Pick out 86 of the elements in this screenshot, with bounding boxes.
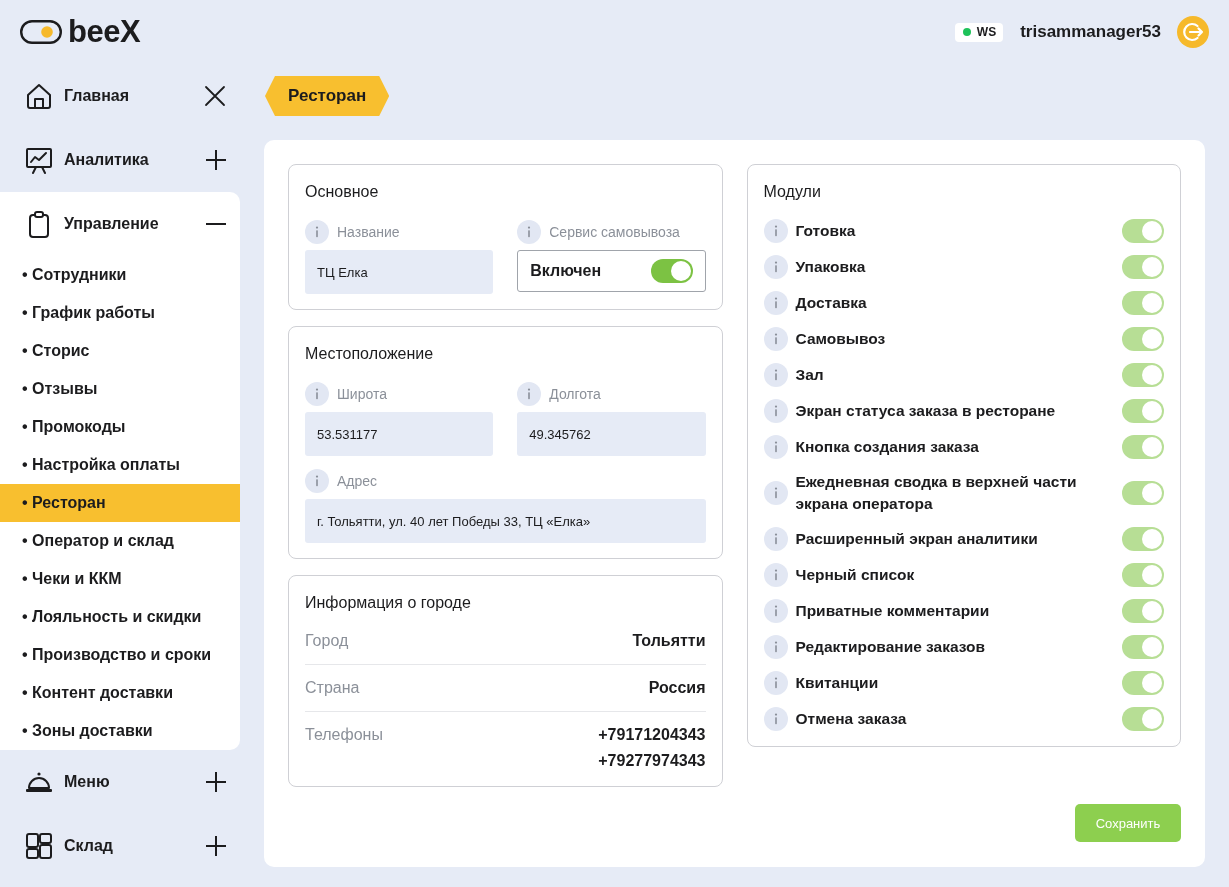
status-label: WS: [976, 25, 997, 39]
info-value: +79277974343: [598, 751, 706, 771]
module-label: Готовка: [795, 221, 856, 241]
module-label: Приватные комментарии: [795, 601, 990, 621]
module-label: Редактирование заказов: [795, 637, 986, 657]
module-label: Самовывоз: [795, 329, 886, 349]
info-icon[interactable]: [763, 599, 788, 623]
info-icon[interactable]: [763, 363, 788, 387]
info-icon[interactable]: [763, 707, 788, 731]
info-icon[interactable]: [763, 255, 788, 279]
submenu-item[interactable]: • Оператор и склад: [0, 522, 240, 560]
input-field[interactable]: г. Тольятти, ул. 40 лет Победы 33, ТЦ «Елка»: [305, 499, 706, 543]
module-label: Расширенный экран аналитики: [795, 529, 1038, 549]
info-icon[interactable]: [763, 563, 788, 587]
submenu-item[interactable]: • Сторис: [0, 332, 240, 370]
field-label: Адрес: [337, 473, 378, 489]
sidebar-item[interactable]: Склад: [25, 832, 206, 860]
submenu-item[interactable]: • Производство и сроки: [0, 636, 240, 674]
logout-icon[interactable]: [1177, 16, 1209, 48]
plus-icon[interactable]: [206, 772, 226, 792]
logo-icon: [20, 20, 62, 44]
info-icon[interactable]: [763, 399, 788, 423]
submenu-item[interactable]: • Контент доставки: [0, 674, 240, 712]
info-label: Город: [305, 631, 349, 651]
sidebar-item[interactable]: Главная: [25, 82, 204, 110]
sidebar-item[interactable]: Меню: [25, 768, 206, 796]
info-icon[interactable]: [763, 291, 788, 315]
info-icon[interactable]: [763, 481, 788, 505]
module-label: Квитанции: [795, 673, 879, 693]
info-icon[interactable]: [763, 219, 788, 243]
submenu-item[interactable]: • Промокоды: [0, 408, 240, 446]
field-label: Долгота: [549, 386, 601, 402]
section-title: Модули: [763, 182, 822, 202]
section-title: Информация о городе: [305, 593, 472, 613]
submenu-item[interactable]: • График работы: [0, 294, 240, 332]
input-field[interactable]: 53.531177: [305, 412, 494, 456]
info-icon[interactable]: [305, 469, 329, 493]
plus-icon[interactable]: [206, 150, 226, 170]
username: trisammanager53: [1020, 22, 1161, 42]
info-icon[interactable]: [763, 435, 788, 459]
module-label: Доставка: [795, 293, 867, 313]
info-icon[interactable]: [305, 220, 329, 244]
info-icon[interactable]: [517, 382, 542, 406]
info-value: Тольятти: [632, 631, 706, 651]
info-icon[interactable]: [763, 327, 788, 351]
submenu-item[interactable]: • Настройка оплаты: [0, 446, 240, 484]
field-label: Широта: [337, 386, 387, 402]
input-field[interactable]: 49.345762: [517, 412, 706, 456]
module-label: Отмена заказа: [795, 709, 907, 729]
info-icon[interactable]: [763, 635, 788, 659]
section-title: Местоположение: [305, 344, 435, 364]
close-icon[interactable]: [204, 85, 226, 107]
module-label: Черный список: [795, 565, 915, 585]
submenu-item[interactable]: • Сотрудники: [0, 256, 240, 294]
toggle-field[interactable]: Включен: [517, 250, 706, 292]
submenu-item[interactable]: • Лояльность и скидки: [0, 598, 240, 636]
sidebar-item[interactable]: Аналитика: [25, 146, 206, 174]
info-label: Телефоны: [305, 725, 383, 745]
home-icon: [25, 82, 53, 110]
info-icon[interactable]: [305, 382, 329, 406]
module-label: Ежедневная сводка в верхней части экрана оператора: [795, 472, 1078, 514]
plus-icon[interactable]: [206, 836, 226, 856]
brand-name: beeX: [68, 15, 141, 49]
info-icon[interactable]: [763, 527, 788, 551]
field-label: Название: [337, 224, 400, 240]
submenu-item[interactable]: • Зоны доставки: [0, 712, 240, 750]
chart-board-icon: [25, 146, 53, 174]
module-label: Упаковка: [795, 257, 866, 277]
submenu-item[interactable]: • Ресторан: [0, 484, 240, 522]
section-title: Основное: [305, 182, 380, 202]
grid-icon: [25, 832, 53, 860]
info-icon[interactable]: [517, 220, 542, 244]
submenu-item[interactable]: • Отзывы: [0, 370, 240, 408]
toggle-switch[interactable]: [650, 259, 693, 283]
info-icon[interactable]: [763, 671, 788, 695]
module-label: Зал: [795, 365, 824, 385]
input-field[interactable]: ТЦ Елка: [305, 250, 494, 294]
module-label: Кнопка создания заказа: [795, 437, 979, 457]
info-value: Россия: [648, 678, 706, 698]
submenu-item[interactable]: • Чеки и ККМ: [0, 560, 240, 598]
info-label: Страна: [305, 678, 360, 698]
field-label: Сервис самовывоза: [549, 224, 680, 240]
breadcrumb-tab[interactable]: Ресторан: [265, 76, 390, 116]
sidebar-item[interactable]: Управление: [25, 210, 206, 238]
info-value: +79171204343: [598, 725, 706, 745]
module-label: Экран статуса заказа в ресторане: [795, 401, 1056, 421]
